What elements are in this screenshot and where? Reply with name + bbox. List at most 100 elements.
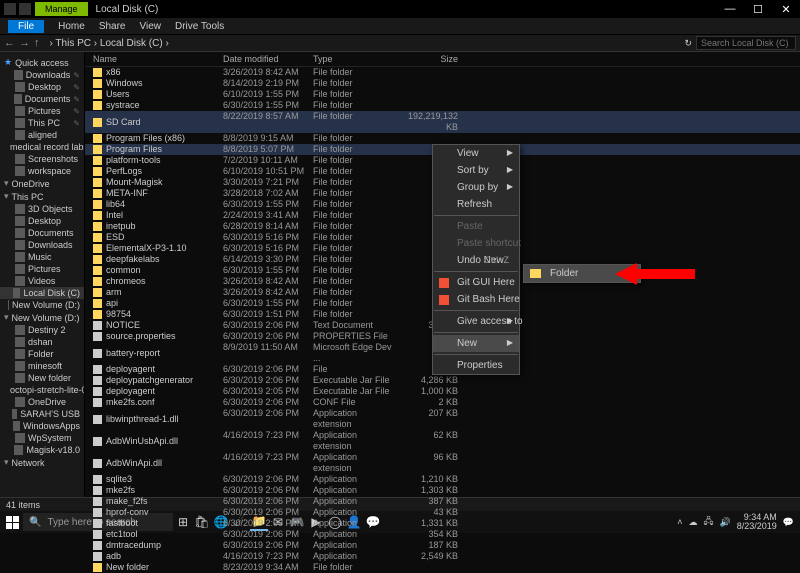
sidebar-item[interactable]: octopi-stretch-lite-0	[0, 384, 84, 396]
ctx-sort[interactable]: Sort by▶	[433, 162, 519, 179]
breadcrumb[interactable]: › This PC › Local Disk (C) ›	[44, 38, 681, 49]
sidebar-group[interactable]: ★Quick access	[0, 56, 84, 69]
folder-icon	[93, 266, 102, 275]
table-row[interactable]: make_f2fs6/30/2019 2:06 PMApplication387…	[85, 496, 800, 507]
sidebar-item[interactable]: New Volume (D:)	[0, 299, 84, 311]
sidebar-item[interactable]: This PC✎	[0, 117, 84, 129]
sidebar-item[interactable]: workspace	[0, 165, 84, 177]
sidebar-item[interactable]: dshan	[0, 336, 84, 348]
folder-icon	[19, 3, 31, 15]
sidebar-item[interactable]: Pictures✎	[0, 105, 84, 117]
table-row[interactable]: dmtracedump6/30/2019 2:06 PMApplication1…	[85, 540, 800, 551]
table-row[interactable]: Users6/10/2019 1:55 PMFile folder	[85, 89, 800, 100]
folder-icon	[15, 337, 25, 347]
sidebar-item[interactable]: medical record labs	[0, 141, 84, 153]
sidebar-item[interactable]: Magisk-v18.0	[0, 444, 84, 456]
folder-icon	[93, 167, 102, 176]
tab-file[interactable]: File	[8, 20, 44, 33]
close-button[interactable]: ✕	[772, 3, 800, 16]
table-row[interactable]: deployagent6/30/2019 2:05 PMExecutable J…	[85, 386, 800, 397]
ctx-refresh[interactable]: Refresh	[433, 196, 519, 213]
sidebar-item[interactable]: New folder	[0, 372, 84, 384]
ctx-group[interactable]: Group by▶	[433, 179, 519, 196]
nav-up[interactable]: ↑	[34, 37, 40, 49]
sidebar-group[interactable]: ▾Network	[0, 456, 84, 469]
col-date[interactable]: Date modified	[223, 54, 313, 64]
sidebar-group[interactable]: ▾This PC	[0, 190, 84, 203]
folder-icon	[15, 325, 25, 335]
sidebar-item[interactable]: WindowsApps	[0, 420, 84, 432]
tab-drive-tools[interactable]: Drive Tools	[175, 21, 224, 32]
table-row[interactable]: AdbWinUsbApi.dll4/16/2019 7:23 PMApplica…	[85, 430, 800, 452]
table-row[interactable]: Windows8/14/2019 2:19 PMFile folder	[85, 78, 800, 89]
sidebar-item[interactable]: Desktop	[0, 215, 84, 227]
sidebar-item[interactable]: Pictures	[0, 263, 84, 275]
sidebar-item[interactable]: Folder	[0, 348, 84, 360]
refresh-icon[interactable]: ↻	[684, 38, 692, 49]
table-row[interactable]: SD Card8/22/2019 8:57 AMFile folder192,2…	[85, 111, 800, 133]
sidebar-group[interactable]: ▾New Volume (D:)	[0, 311, 84, 324]
sidebar-item[interactable]: minesoft	[0, 360, 84, 372]
table-row[interactable]: mke2fs.conf6/30/2019 2:06 PMCONF File2 K…	[85, 397, 800, 408]
ctx-new[interactable]: New▶	[433, 335, 519, 352]
table-row[interactable]: fastboot6/30/2019 2:06 PMApplication1,33…	[85, 518, 800, 529]
start-button[interactable]	[2, 512, 22, 532]
table-row[interactable]: deploypatchgenerator6/30/2019 2:06 PMExe…	[85, 375, 800, 386]
col-type[interactable]: Type	[313, 54, 398, 64]
tab-share[interactable]: Share	[99, 21, 126, 32]
table-row[interactable]: New folder8/23/2019 9:34 AMFile folder	[85, 562, 800, 573]
nav-back[interactable]: ←	[4, 37, 15, 49]
sidebar-group[interactable]: ▾OneDrive	[0, 177, 84, 190]
sidebar-item[interactable]: OneDrive	[0, 396, 84, 408]
ctx-give-access[interactable]: Give access to▶	[433, 313, 519, 330]
ctx-properties[interactable]: Properties	[433, 357, 519, 374]
table-row[interactable]: libwinpthread-1.dll6/30/2019 2:06 PMAppl…	[85, 408, 800, 430]
sidebar-item[interactable]: Music	[0, 251, 84, 263]
folder-icon	[14, 445, 23, 455]
sidebar-item[interactable]: Documents✎	[0, 93, 84, 105]
ctx-git-bash[interactable]: Git Bash Here	[433, 291, 519, 308]
pin-icon: ✎	[73, 83, 80, 92]
sidebar-item[interactable]: Desktop✎	[0, 81, 84, 93]
tab-view[interactable]: View	[140, 21, 162, 32]
col-name[interactable]: Name	[93, 54, 223, 64]
ctx-view[interactable]: View▶	[433, 145, 519, 162]
table-row[interactable]: systrace6/30/2019 1:55 PMFile folder	[85, 100, 800, 111]
tab-home[interactable]: Home	[58, 21, 85, 32]
table-row[interactable]: sqlite36/30/2019 2:06 PMApplication1,210…	[85, 474, 800, 485]
chevron-icon: ▾	[4, 312, 9, 323]
sidebar-item[interactable]: Downloads✎	[0, 69, 84, 81]
git-icon	[439, 295, 449, 305]
manage-tab[interactable]: Manage	[35, 2, 88, 16]
sidebar-item[interactable]: WpSystem	[0, 432, 84, 444]
folder-icon	[93, 277, 102, 286]
sidebar-item[interactable]: Screenshots	[0, 153, 84, 165]
sidebar-item[interactable]: SARAH'S USB	[0, 408, 84, 420]
sidebar-item[interactable]: 3D Objects	[0, 203, 84, 215]
folder-icon	[15, 204, 25, 214]
table-row[interactable]: adb4/16/2019 7:23 PMApplication2,549 KB	[85, 551, 800, 562]
chevron-icon: ▾	[4, 178, 9, 189]
table-row[interactable]: x863/26/2019 8:42 AMFile folder	[85, 67, 800, 78]
col-size[interactable]: Size	[398, 54, 458, 64]
sidebar-item[interactable]: Local Disk (C)	[0, 287, 84, 299]
search-icon: 🔍	[29, 517, 41, 528]
minimize-button[interactable]: —	[716, 3, 744, 16]
sidebar-item[interactable]: aligned	[0, 129, 84, 141]
ctx-undo[interactable]: Undo NewCtrl+Z	[433, 252, 519, 269]
table-row[interactable]: Program Files (x86)8/8/2019 9:15 AMFile …	[85, 133, 800, 144]
sidebar-item[interactable]: Documents	[0, 227, 84, 239]
table-row[interactable]: hprof-conv6/30/2019 2:06 PMApplication43…	[85, 507, 800, 518]
table-row[interactable]: mke2fs6/30/2019 2:06 PMApplication1,303 …	[85, 485, 800, 496]
table-row[interactable]: etc1tool6/30/2019 2:06 PMApplication354 …	[85, 529, 800, 540]
folder-icon	[93, 211, 102, 220]
nav-forward[interactable]: →	[19, 37, 30, 49]
sidebar-item[interactable]: Downloads	[0, 239, 84, 251]
folder-icon	[15, 433, 25, 443]
search-input[interactable]	[696, 36, 796, 50]
sidebar-item[interactable]: Videos	[0, 275, 84, 287]
ctx-git-gui[interactable]: Git GUI Here	[433, 274, 519, 291]
maximize-button[interactable]: ☐	[744, 3, 772, 16]
table-row[interactable]: AdbWinApi.dll4/16/2019 7:23 PMApplicatio…	[85, 452, 800, 474]
sidebar-item[interactable]: Destiny 2	[0, 324, 84, 336]
